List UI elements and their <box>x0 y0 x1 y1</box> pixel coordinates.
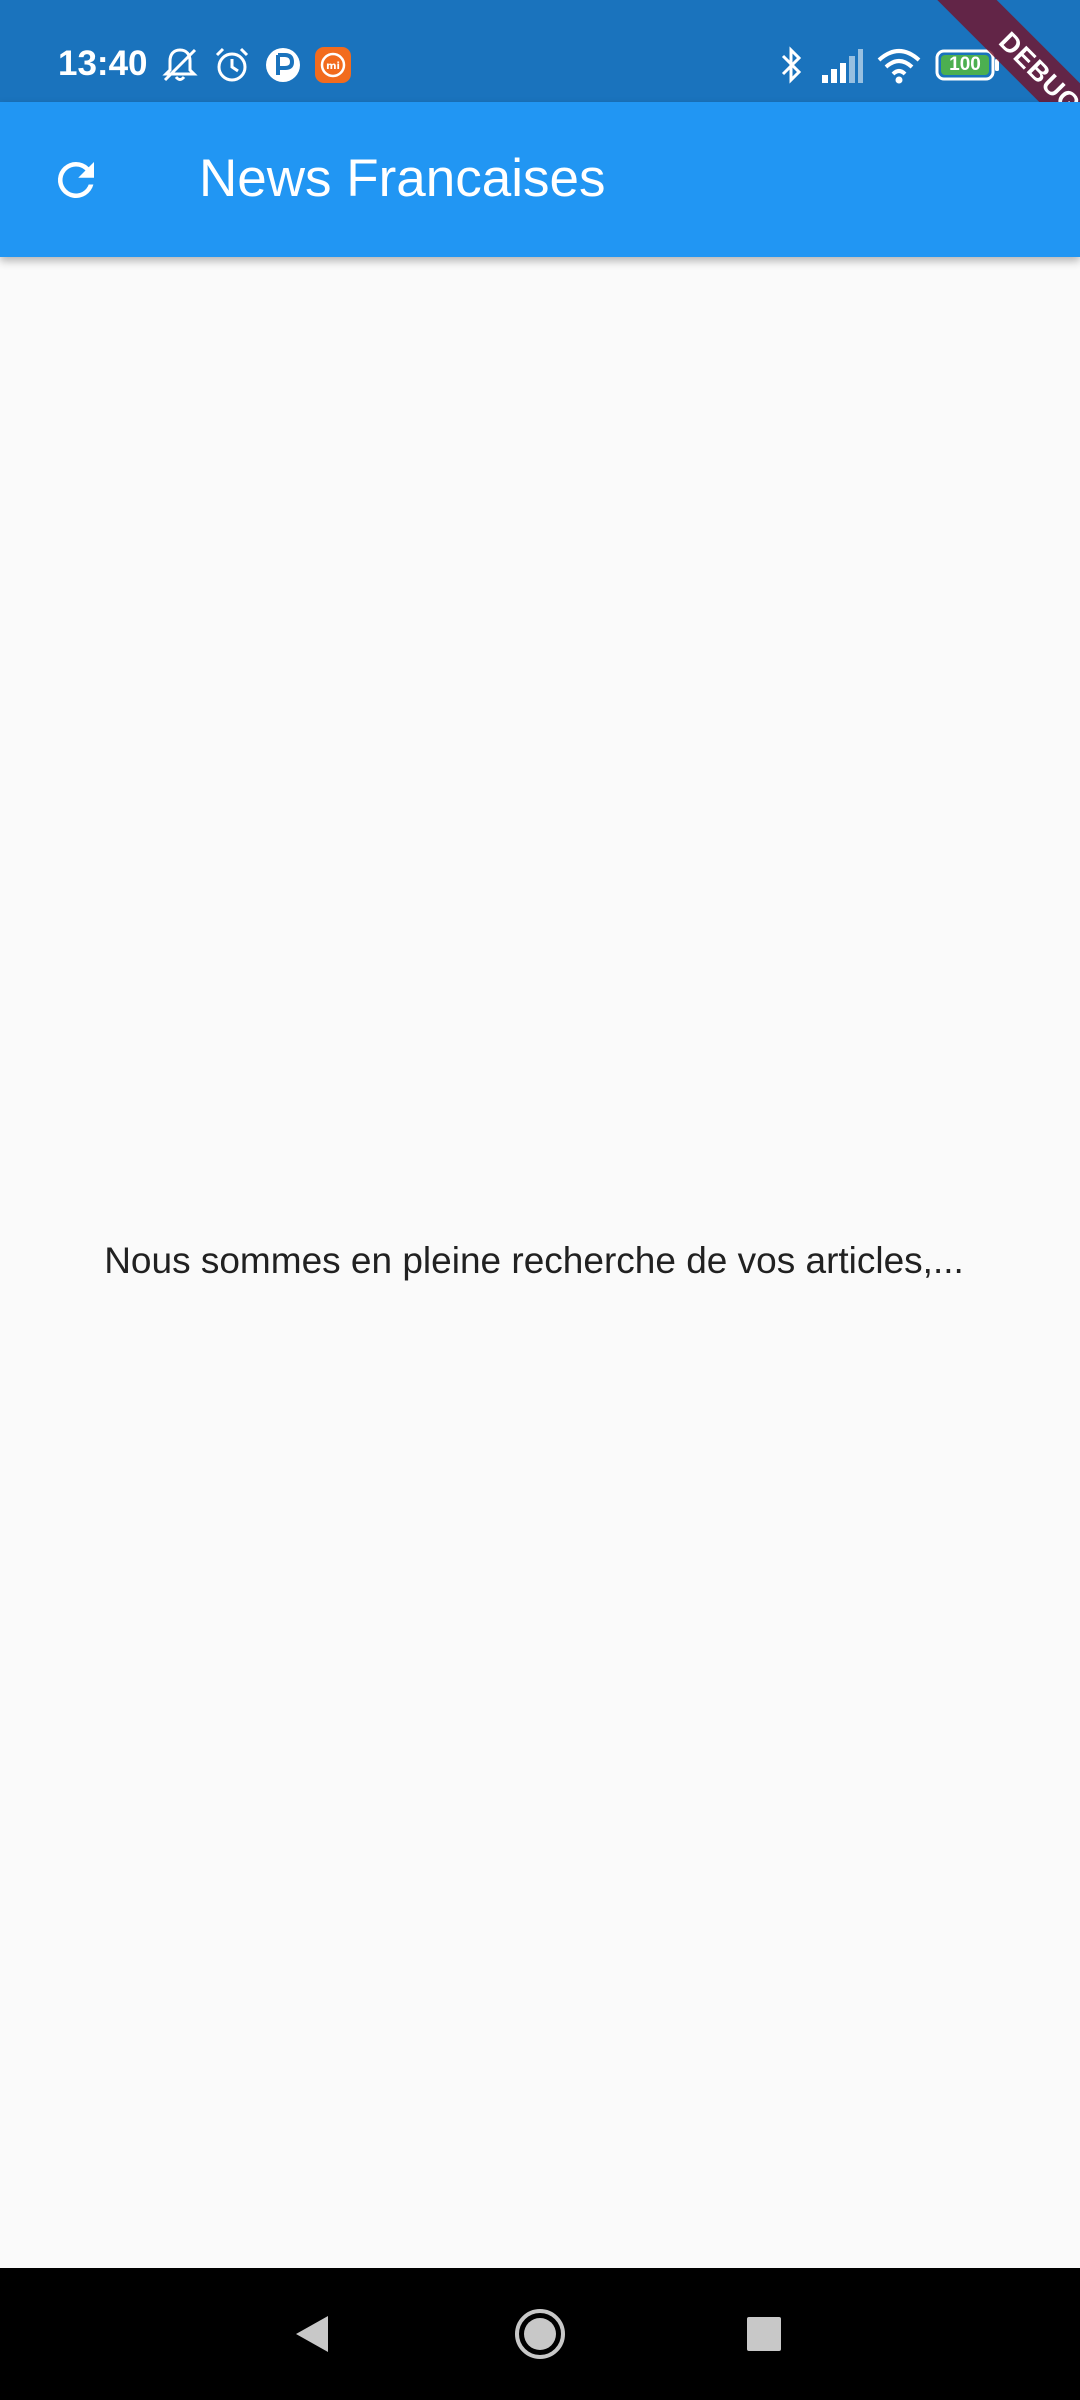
home-icon <box>515 2309 565 2359</box>
page-title: News Francaises <box>199 149 606 208</box>
navigation-bar <box>0 2268 1080 2400</box>
status-bar: 13:40 mi 100 <box>0 0 1080 102</box>
recents-icon <box>747 2317 781 2351</box>
wifi-icon <box>876 45 922 85</box>
recents-button[interactable] <box>728 2298 800 2370</box>
back-icon <box>296 2316 328 2352</box>
bell-off-icon <box>160 45 200 85</box>
signal-icon <box>820 45 864 85</box>
app-bar: News Francaises <box>0 102 1080 257</box>
back-button[interactable] <box>276 2298 348 2370</box>
app-p-icon <box>263 45 303 85</box>
bluetooth-icon <box>773 45 809 85</box>
battery-level: 100 <box>949 54 981 75</box>
refresh-icon <box>57 161 94 198</box>
svg-text:mi: mi <box>326 61 340 72</box>
refresh-button[interactable] <box>28 132 124 228</box>
status-time: 13:40 <box>58 44 148 83</box>
home-button[interactable] <box>504 2298 576 2370</box>
alarm-icon <box>212 45 252 85</box>
loading-message: Nous sommes en pleine recherche de vos a… <box>104 1240 964 1281</box>
mi-app-icon: mi <box>313 45 353 85</box>
